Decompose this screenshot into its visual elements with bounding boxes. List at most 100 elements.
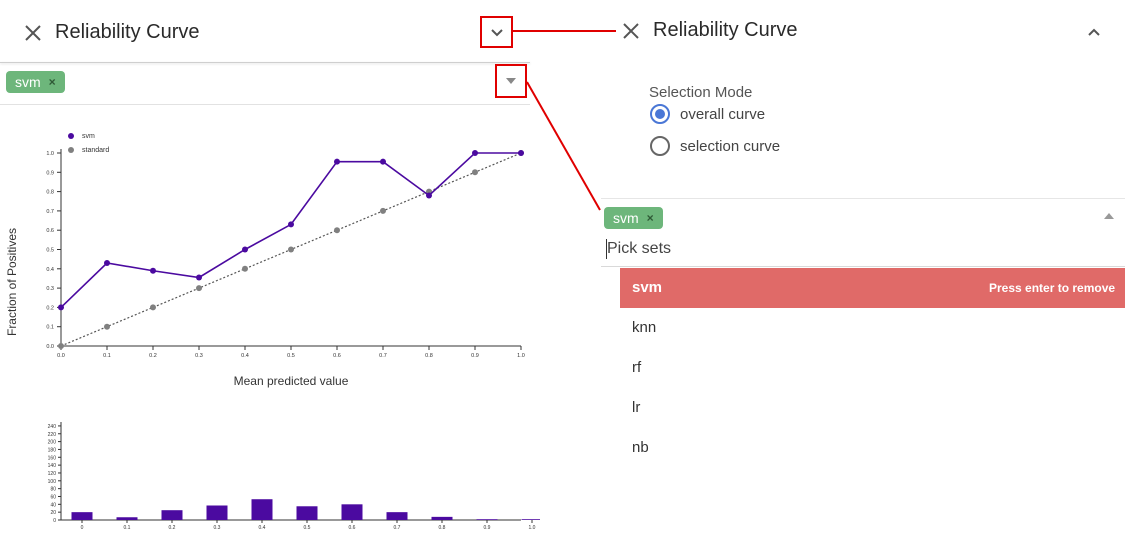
- option-label: svm: [632, 279, 663, 296]
- y-tick-label: 0.3: [46, 286, 54, 292]
- hist-bar: [296, 506, 318, 520]
- point-svm: [58, 304, 64, 311]
- hist-x-tick-label: 0.7: [394, 525, 401, 531]
- set-selector[interactable]: [0, 63, 530, 105]
- x-tick-label: 0.1: [103, 353, 111, 359]
- legend-label-standard: standard: [82, 147, 109, 154]
- radio-overall-curve[interactable]: overall curve: [650, 104, 765, 124]
- y-tick-label: 0.9: [46, 170, 54, 176]
- chip-label: svm: [15, 74, 41, 90]
- point-svm: [242, 246, 248, 253]
- hist-bar: [521, 519, 540, 520]
- close-icon[interactable]: [22, 22, 44, 44]
- y-tick-label: 0.2: [46, 305, 54, 311]
- point-standard: [58, 343, 64, 349]
- legend-marker-svm: [68, 133, 74, 139]
- section-divider: [601, 198, 1125, 199]
- chip-remove-icon[interactable]: ×: [647, 211, 654, 225]
- y-tick-label: 0.5: [46, 248, 54, 254]
- expand-button[interactable]: [480, 16, 513, 48]
- y-axis-label: Fraction of Positives: [5, 228, 19, 336]
- hist-y-tick-label: 100: [48, 479, 57, 485]
- point-svm: [334, 158, 340, 165]
- point-standard: [380, 207, 386, 214]
- y-tick-label: 1.0: [46, 151, 54, 157]
- point-svm: [196, 274, 202, 281]
- hist-x-tick-label: 0.9: [484, 525, 491, 531]
- radio-button-checked[interactable]: [650, 104, 670, 124]
- hist-x-tick-label: 0.4: [259, 525, 266, 531]
- x-tick-label: 0.4: [241, 353, 249, 359]
- point-standard: [242, 265, 248, 272]
- chip-label: svm: [613, 210, 639, 226]
- input-underline: [601, 266, 1125, 267]
- point-standard: [150, 304, 156, 311]
- hist-bar: [71, 512, 93, 520]
- hist-bar: [161, 510, 183, 520]
- hist-y-tick-label: 180: [48, 447, 57, 453]
- x-axis-label: Mean predicted value: [234, 374, 349, 388]
- radio-button[interactable]: [650, 136, 670, 156]
- option-knn[interactable]: knn: [632, 319, 656, 336]
- hist-x-tick-label: 1.0: [529, 525, 536, 531]
- x-tick-label: 0.3: [195, 353, 203, 359]
- y-tick-label: 0.0: [46, 344, 54, 350]
- search-input[interactable]: Pick sets: [607, 240, 671, 258]
- radio-selection-curve[interactable]: selection curve: [650, 136, 780, 156]
- left-panel-title: Reliability Curve: [55, 21, 200, 43]
- point-svm: [288, 221, 294, 228]
- y-tick-label: 0.1: [46, 325, 54, 331]
- hist-bar: [431, 516, 453, 520]
- x-tick-label: 0.2: [149, 353, 157, 359]
- hist-y-tick-label: 220: [48, 432, 57, 438]
- set-chip-svm[interactable]: svm ×: [604, 207, 663, 229]
- hist-x-tick-label: 0: [81, 525, 84, 531]
- set-chip-svm[interactable]: svm ×: [6, 71, 65, 93]
- y-tick-label: 0.4: [46, 267, 54, 273]
- point-standard: [472, 169, 478, 176]
- x-tick-label: 0.5: [287, 353, 295, 359]
- hist-x-tick-label: 0.5: [304, 525, 311, 531]
- hist-x-tick-label: 0.1: [124, 525, 131, 531]
- legend-marker-standard: [68, 147, 74, 153]
- point-svm: [380, 158, 386, 165]
- point-svm: [472, 150, 478, 156]
- point-standard: [104, 323, 110, 330]
- hist-bar: [116, 517, 138, 520]
- hist-y-tick-label: 140: [48, 463, 57, 469]
- hist-bar: [386, 512, 408, 520]
- remove-hint: Press enter to remove: [989, 281, 1116, 295]
- hist-x-tick-label: 0.2: [169, 525, 176, 531]
- x-tick-label: 0.7: [379, 353, 387, 359]
- point-svm: [518, 150, 524, 156]
- legend-label-svm: svm: [82, 133, 95, 140]
- option-nb[interactable]: nb: [632, 439, 649, 456]
- dropdown-toggle[interactable]: [495, 64, 527, 98]
- caret-up-icon[interactable]: [1103, 212, 1115, 220]
- y-tick-label: 0.7: [46, 209, 54, 215]
- point-standard: [196, 285, 202, 292]
- option-lr[interactable]: lr: [632, 399, 640, 416]
- x-tick-label: 0.8: [425, 353, 433, 359]
- point-svm: [150, 267, 156, 274]
- hist-y-tick-label: 0: [53, 518, 56, 524]
- close-icon[interactable]: [621, 21, 641, 41]
- hist-y-tick-label: 60: [50, 494, 56, 500]
- option-rf[interactable]: rf: [632, 359, 641, 376]
- hist-y-tick-label: 240: [48, 424, 57, 430]
- chevron-up-icon[interactable]: [1084, 22, 1104, 42]
- chevron-down-icon: [490, 29, 503, 37]
- chip-remove-icon[interactable]: ×: [49, 75, 56, 89]
- point-svm: [426, 192, 432, 199]
- caret-down-icon: [506, 78, 516, 84]
- x-tick-label: 0.6: [333, 353, 341, 359]
- hist-y-tick-label: 160: [48, 455, 57, 461]
- hist-y-tick-label: 120: [48, 471, 57, 477]
- radio-label: selection curve: [680, 137, 781, 155]
- series-line-svm: [60, 152, 521, 308]
- x-tick-label: 1.0: [517, 353, 525, 359]
- hist-x-tick-label: 0.6: [349, 525, 356, 531]
- hist-x-tick-label: 0.8: [439, 525, 446, 531]
- y-tick-label: 0.8: [46, 190, 54, 196]
- hist-bar: [476, 519, 498, 520]
